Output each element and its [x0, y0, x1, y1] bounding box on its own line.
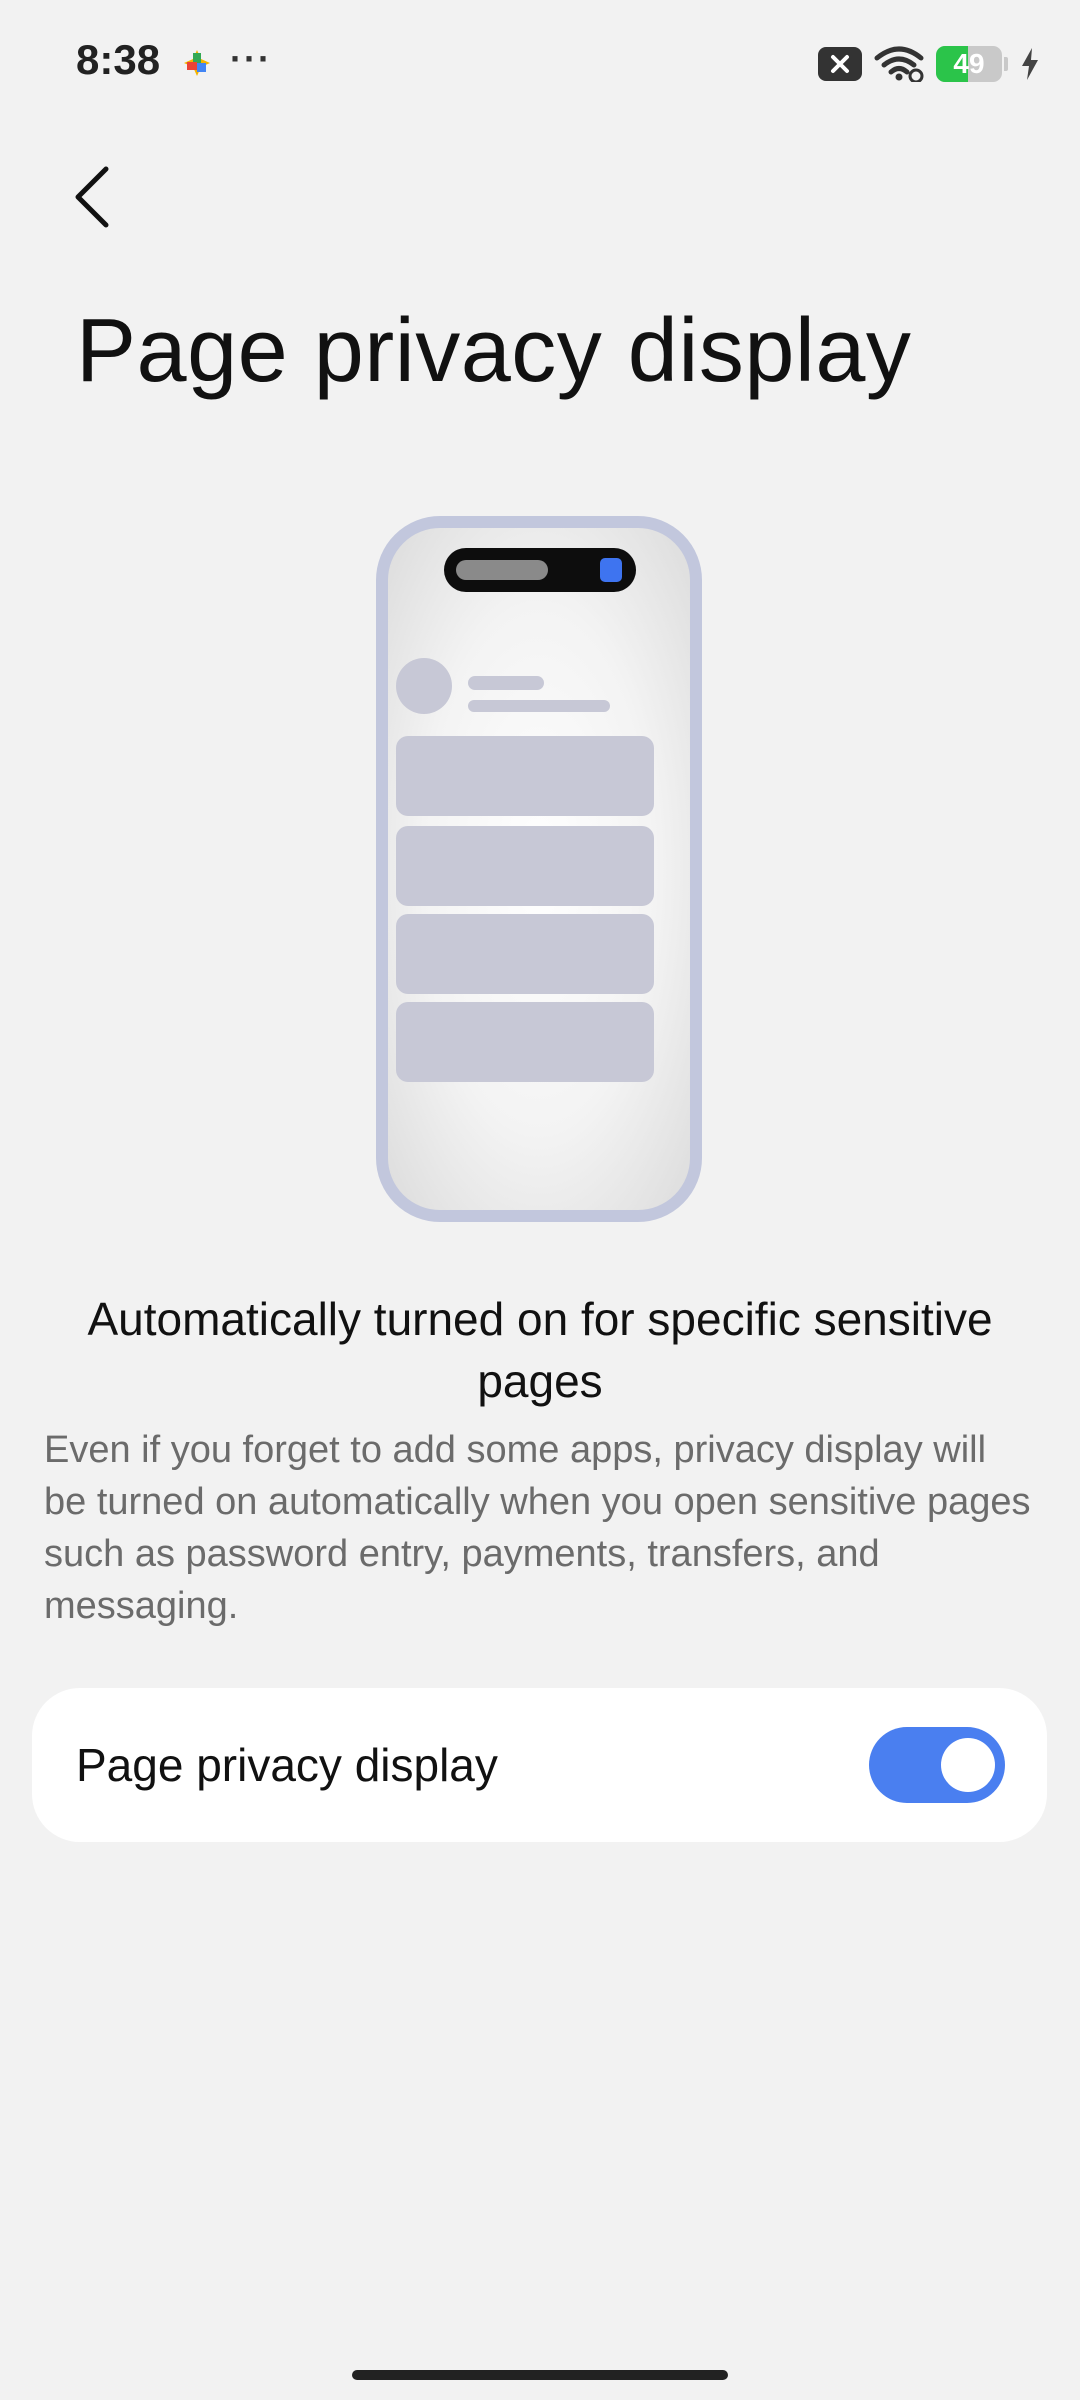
dynamic-island: [444, 548, 636, 592]
toggle-knob: [941, 1738, 995, 1792]
more-notifications-icon: ···: [230, 38, 272, 79]
feature-title: Automatically turned on for specific sen…: [87, 1293, 993, 1407]
charging-icon: [1022, 48, 1038, 80]
setting-label: Page privacy display: [76, 1739, 498, 1791]
island-pill: [456, 560, 548, 580]
illustration-card: [396, 1002, 654, 1082]
illustration-avatar: [396, 658, 452, 714]
status-icons: 49: [818, 44, 1040, 84]
notification-blocked-icon: [818, 47, 862, 81]
illustration-card: [396, 914, 654, 994]
illustration-line: [468, 700, 610, 712]
battery-icon: 49: [936, 46, 1002, 82]
status-time: 8:38: [76, 36, 161, 83]
feature-description: Even if you forget to add some apps, pri…: [44, 1429, 1031, 1627]
illustration-card: [396, 826, 654, 906]
illustration-card: [396, 736, 654, 816]
battery-level: 49: [953, 48, 985, 79]
page-privacy-toggle[interactable]: [869, 1727, 1005, 1803]
colorful-app-icon: [184, 50, 210, 76]
island-privacy-indicator: [600, 558, 622, 582]
back-chevron-icon: [75, 166, 109, 228]
battery-tip: [1004, 57, 1008, 71]
home-indicator[interactable]: [352, 2370, 728, 2380]
status-bar: 8:38 ··· 49: [0, 0, 1080, 120]
page-title: Page privacy display: [76, 301, 912, 401]
illustration-line: [468, 676, 544, 690]
screen: 8:38 ··· 49 Page privacy display Automat…: [0, 0, 1080, 2400]
page-privacy-setting-row[interactable]: Page privacy display: [32, 1688, 1047, 1842]
back-button[interactable]: [52, 152, 132, 242]
phone-illustration: [376, 516, 702, 1222]
wifi-icon: [874, 46, 924, 82]
